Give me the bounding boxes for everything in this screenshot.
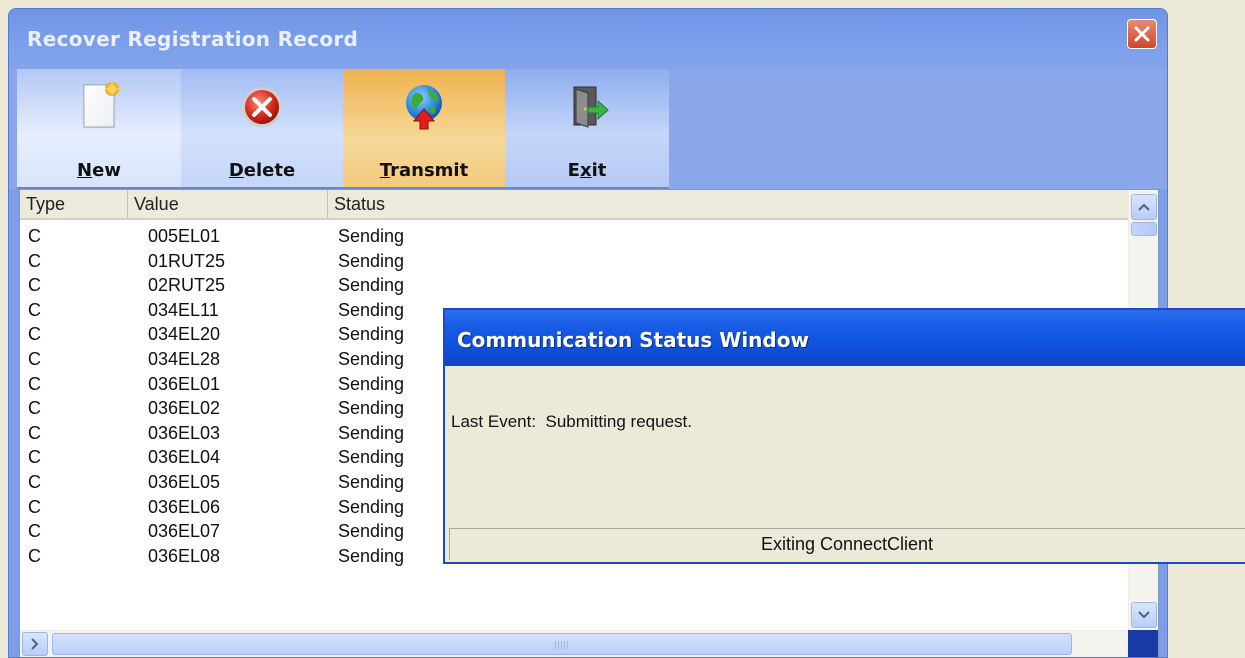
exit-button[interactable]: Exit — [505, 69, 669, 189]
cell-value: 036EL08 — [148, 545, 221, 566]
cell-type: C — [28, 496, 41, 517]
cell-value: 02RUT25 — [148, 275, 226, 296]
cell-status: Sending — [338, 324, 405, 345]
cell-type: C — [28, 275, 41, 296]
cell-type: C — [28, 471, 41, 492]
cell-status: Sending — [338, 545, 405, 566]
transmit-label: Transmit — [379, 160, 469, 181]
cell-status: Sending — [338, 299, 405, 320]
column-header-type[interactable]: Type — [20, 190, 128, 218]
last-event-text: Last Event: Submitting request. — [451, 412, 692, 431]
scroll-corner — [1128, 630, 1158, 657]
cell-value: 036EL01 — [148, 373, 221, 394]
scroll-up-button[interactable] — [1131, 194, 1157, 220]
cell-status: Sending — [338, 398, 405, 419]
list-item[interactable]: C 005EL01 Sending — [20, 224, 1130, 249]
cell-status: Sending — [338, 275, 405, 296]
cell-type: C — [28, 324, 41, 345]
delete-x-icon — [242, 87, 282, 127]
cell-type: C — [28, 447, 41, 468]
exit-label: Exit — [567, 160, 607, 181]
exit-door-icon — [573, 86, 609, 128]
horizontal-scrollbar[interactable] — [20, 630, 1130, 657]
scroll-down-button[interactable] — [1131, 602, 1157, 628]
cell-status: Sending — [338, 447, 405, 468]
window-titlebar[interactable]: Recover Registration Record — [9, 9, 1167, 69]
cell-type: C — [28, 226, 41, 246]
cell-type: C — [28, 373, 41, 394]
comm-titlebar[interactable]: Communication Status Window — [445, 310, 1245, 366]
transmit-button[interactable]: Transmit — [343, 69, 505, 189]
new-document-icon — [83, 82, 119, 128]
cell-type: C — [28, 299, 41, 320]
cell-type: C — [28, 348, 41, 369]
scroll-right-button[interactable] — [22, 632, 48, 656]
cell-status: Sending — [338, 521, 405, 542]
cell-type: C — [28, 398, 41, 419]
comm-window-title: Communication Status Window — [457, 328, 809, 352]
horizontal-scroll-thumb[interactable] — [52, 633, 1072, 655]
cell-value: 036EL05 — [148, 471, 221, 492]
cell-value: 005EL01 — [148, 226, 221, 246]
column-header-status[interactable]: Status — [328, 190, 1130, 218]
list-item[interactable]: C 01RUT25 Sending — [20, 249, 1130, 274]
cell-status: Sending — [338, 250, 405, 271]
cell-value: 034EL11 — [148, 299, 219, 320]
chevron-up-icon — [1138, 203, 1150, 211]
cell-status: Sending — [338, 226, 405, 246]
delete-button[interactable]: Delete — [181, 69, 343, 189]
cell-value: 034EL28 — [148, 348, 221, 369]
cell-value: 036EL02 — [148, 398, 221, 419]
cell-value: 036EL07 — [148, 521, 221, 542]
globe-transmit-icon — [406, 85, 442, 130]
cell-status: Sending — [338, 422, 405, 443]
desktop-background: Recover Registration Record New Delete T… — [0, 0, 1245, 658]
close-button[interactable] — [1127, 19, 1157, 49]
cell-type: C — [28, 521, 41, 542]
toolbar: New Delete Transmit Exit — [9, 69, 1167, 189]
comm-status-bar: Exiting ConnectClient — [449, 528, 1245, 560]
cell-value: 01RUT25 — [148, 250, 226, 271]
new-button[interactable]: New — [17, 69, 181, 189]
scroll-grip — [555, 641, 569, 649]
communication-status-window: Communication Status Window Last Event: … — [443, 308, 1245, 564]
column-header-value[interactable]: Value — [128, 190, 328, 218]
new-label: New — [77, 160, 121, 181]
window-title: Recover Registration Record — [27, 27, 359, 51]
list-item[interactable]: C 02RUT25 Sending — [20, 273, 1130, 298]
cell-type: C — [28, 545, 41, 566]
comm-status-text: Exiting ConnectClient — [760, 534, 934, 554]
cell-value: 036EL03 — [148, 422, 221, 443]
cell-status: Sending — [338, 471, 405, 492]
chevron-down-icon — [1138, 611, 1150, 619]
cell-type: C — [28, 250, 41, 271]
chevron-right-icon — [31, 638, 39, 650]
list-header: Type Value Status — [20, 190, 1130, 220]
cell-value: 036EL04 — [148, 447, 221, 468]
cell-status: Sending — [338, 373, 405, 394]
close-icon — [1134, 26, 1150, 42]
cell-status: Sending — [338, 496, 405, 517]
cell-status: Sending — [338, 348, 405, 369]
vertical-scroll-thumb[interactable] — [1131, 222, 1157, 236]
comm-body: Last Event: Submitting request. — [445, 366, 1245, 526]
delete-label: Delete — [228, 160, 296, 181]
cell-type: C — [28, 422, 41, 443]
cell-value: 034EL20 — [148, 324, 221, 345]
cell-value: 036EL06 — [148, 496, 221, 517]
